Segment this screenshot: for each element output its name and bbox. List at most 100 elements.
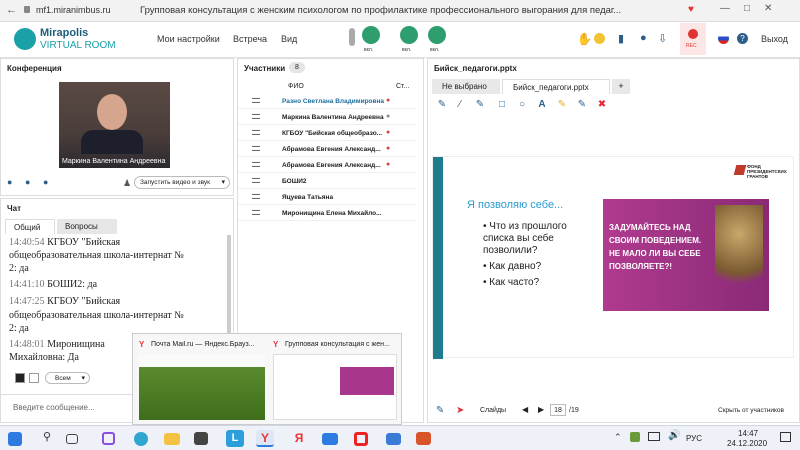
download-icon[interactable]: ⇩ — [658, 32, 667, 45]
raise-hand-icon[interactable]: ✋ — [577, 32, 592, 46]
drag-handle-icon[interactable] — [252, 114, 260, 119]
stats-icon[interactable]: ▮ — [618, 32, 624, 45]
presentation-app-icon[interactable] — [416, 432, 431, 445]
drag-handle-icon[interactable] — [252, 162, 260, 167]
window-controls[interactable]: —□✕ — [720, 3, 786, 14]
text-tool-icon[interactable]: A — [536, 99, 548, 111]
participant-row[interactable]: БОШИ2 — [238, 175, 416, 189]
recipient-select[interactable]: Всем ▾ — [45, 372, 90, 384]
participant-row[interactable]: Абрамова Евгения Александ... ● — [238, 143, 416, 157]
yandex-browser-taskbar-icon[interactable]: Y — [256, 430, 274, 447]
prev-slide-button[interactable]: ◀ — [522, 405, 528, 414]
ellipse-icon[interactable]: ○ — [516, 99, 528, 111]
explorer-icon[interactable] — [164, 433, 180, 445]
slide-bullet: • Как часто? — [483, 277, 540, 288]
clock-date[interactable]: 24.12.2020 — [727, 439, 767, 448]
drag-handle-icon[interactable] — [252, 178, 260, 183]
back-arrow-icon[interactable]: ← — [6, 4, 17, 16]
chat-line: общеобразовательная школа-интернат № — [9, 250, 184, 261]
status-icon: ● — [386, 97, 391, 104]
column-header-status[interactable]: Ст... — [396, 83, 409, 90]
yandex-icon[interactable]: Я — [290, 430, 308, 447]
rec-button[interactable]: REC — [680, 23, 706, 55]
drag-handle-icon[interactable] — [252, 146, 260, 151]
mic-toggle-icon[interactable] — [349, 28, 355, 46]
bg-color-icon[interactable] — [29, 373, 39, 383]
text-color-icon[interactable] — [15, 373, 25, 383]
participant-row[interactable]: Разно Светлана Владимировна ● — [238, 95, 416, 109]
marker-icon[interactable]: ✎ — [474, 99, 486, 111]
tab-questions[interactable]: Вопросы — [57, 219, 117, 234]
mic-settings-icon[interactable]: ● — [7, 177, 12, 187]
volume-icon[interactable]: 🔊 — [668, 430, 680, 441]
thumb-consultation-item[interactable]: Y Групповая консультация с жен... — [271, 338, 399, 422]
camera-button[interactable] — [400, 26, 418, 44]
menu-view[interactable]: Вид — [281, 34, 297, 44]
participant-row[interactable]: Яцуева Татьяна — [238, 191, 416, 205]
participant-row[interactable]: Миронищина Елена Михайло... — [238, 207, 416, 221]
search-icon[interactable]: ⚲ — [38, 430, 56, 447]
column-header-name[interactable]: ФИО — [288, 83, 304, 90]
participant-row[interactable]: Маркина Валентина Андреевна ● — [238, 111, 416, 125]
tray-app-icon[interactable] — [630, 432, 640, 442]
language-flag-icon[interactable] — [718, 33, 729, 44]
mirapolis-app-icon[interactable]: L — [226, 430, 244, 447]
slide: ФОНД ПРЕЗИДЕНТСКИХ ГРАНТОВ Я позволяю се… — [432, 156, 794, 359]
line-icon[interactable]: ∕ — [454, 99, 466, 111]
drag-handle-icon[interactable] — [252, 210, 260, 215]
add-tab-button[interactable]: + — [612, 79, 630, 94]
mail-icon[interactable] — [322, 433, 338, 445]
keyboard-language[interactable]: РУС — [686, 434, 702, 443]
pencil-icon[interactable]: ✎ — [436, 99, 448, 111]
menu-my-settings[interactable]: Мои настройки — [157, 34, 220, 44]
drag-handle-icon[interactable] — [252, 194, 260, 199]
network-icon[interactable] — [648, 432, 660, 441]
alice-icon[interactable] — [102, 432, 115, 445]
start-video-label: Запустить видео и звук — [140, 179, 210, 186]
task-view-icon[interactable] — [66, 434, 78, 444]
taskbar-thumbnail-preview: Y Почта Mail.ru — Яндекс.Брауз... Y Груп… — [132, 333, 402, 425]
tab-not-selected[interactable]: Не выбрано — [432, 79, 500, 94]
emoji-icon[interactable] — [594, 33, 605, 44]
photos-icon[interactable] — [386, 433, 401, 445]
users-icon[interactable]: ● — [640, 32, 647, 44]
tray-chevron-icon[interactable]: ⌃ — [614, 432, 622, 443]
edge-icon[interactable] — [134, 432, 148, 446]
slide-left-bar — [433, 157, 443, 359]
color-picker-icon[interactable]: ✎ — [556, 99, 568, 111]
start-video-select[interactable]: Запустить видео и звук ▾ — [134, 176, 230, 189]
menu-meeting[interactable]: Встреча — [233, 34, 267, 44]
help-icon[interactable]: ? — [737, 33, 748, 44]
message-input-placeholder: Введите сообщение... — [13, 403, 95, 412]
drag-handle-icon[interactable] — [252, 98, 260, 103]
tab-general[interactable]: Общий — [5, 219, 55, 234]
notifications-icon[interactable] — [780, 432, 791, 442]
thumb-mail-item[interactable]: Y Почта Mail.ru — Яндекс.Брауз... — [137, 338, 267, 422]
screen-share-button[interactable] — [428, 26, 446, 44]
participant-row[interactable]: Абрамова Евгения Александ... ● — [238, 159, 416, 173]
exit-button[interactable]: Выход — [761, 34, 788, 44]
tab-presentation[interactable]: Бийск_педагоги.pptx — [502, 79, 610, 94]
eraser-icon[interactable]: ✎ — [576, 99, 588, 111]
video-settings-icon[interactable]: ● — [43, 177, 48, 187]
microphone-button[interactable] — [362, 26, 380, 44]
clear-icon[interactable]: ✖ — [596, 99, 608, 111]
hide-from-participants[interactable]: Скрыть от участников — [718, 407, 784, 414]
slides-label[interactable]: Слайды — [480, 407, 506, 414]
slide-heading: Я позволяю себе... — [467, 199, 564, 211]
clock-time[interactable]: 14:47 — [738, 429, 758, 438]
current-slide-input[interactable]: 18 — [550, 404, 566, 416]
store-icon[interactable] — [194, 432, 208, 445]
participant-row[interactable]: КГБОУ "Бийская общеобразо... ● — [238, 127, 416, 141]
drag-handle-icon[interactable] — [252, 130, 260, 135]
rectangle-icon[interactable]: □ — [496, 99, 508, 111]
opera-icon[interactable] — [354, 432, 368, 446]
rec-label: REC — [686, 43, 697, 49]
pointer-pen-icon[interactable]: ✎ — [436, 405, 444, 416]
audio-settings-icon[interactable]: ● — [25, 177, 30, 187]
next-slide-button[interactable]: ▶ — [538, 405, 544, 414]
laser-pointer-icon[interactable]: ➤ — [456, 405, 464, 416]
bookmark-icon[interactable]: ♥ — [688, 4, 694, 15]
address-bar-url[interactable]: mf1.miranimbus.ru — [36, 5, 111, 15]
start-button-icon[interactable] — [8, 432, 22, 446]
